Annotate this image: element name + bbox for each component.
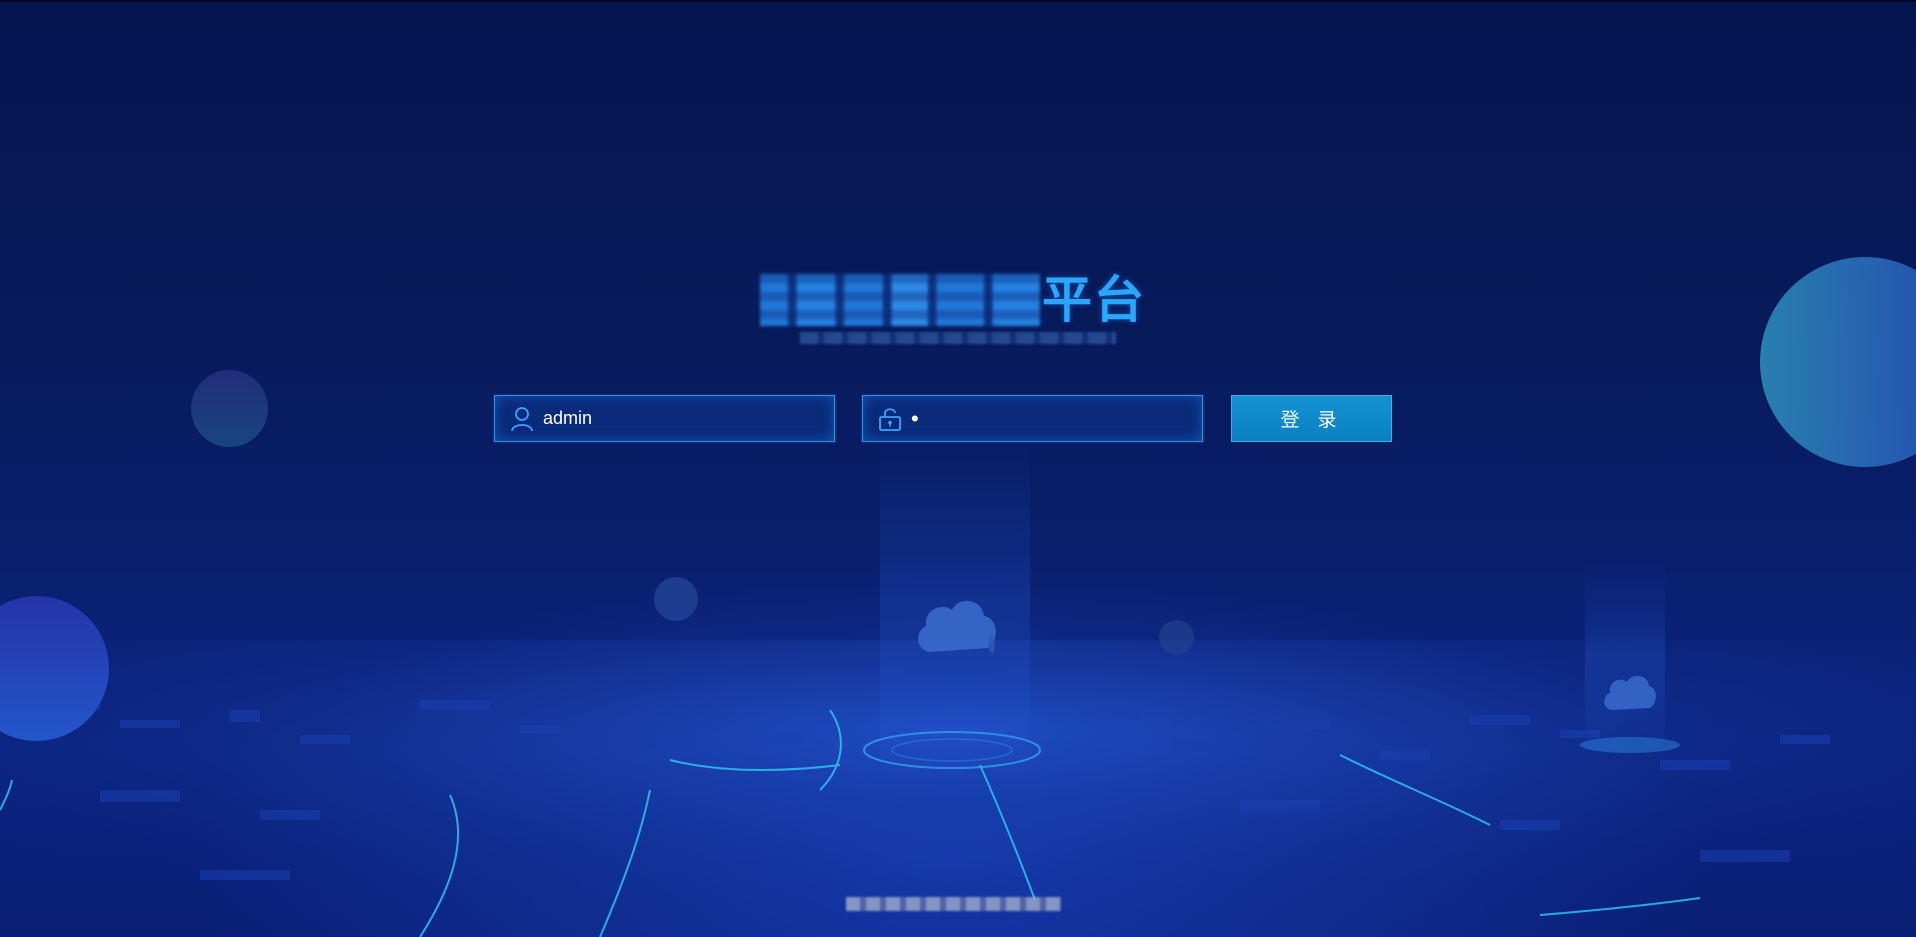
decorative-circle bbox=[191, 370, 268, 447]
title-text: 平台 bbox=[1042, 271, 1146, 329]
username-input[interactable] bbox=[543, 403, 813, 434]
top-border bbox=[0, 0, 1916, 2]
platform-title: 平台 bbox=[760, 270, 1156, 350]
cloud-icon bbox=[1604, 676, 1656, 710]
footer-redacted-mosaic bbox=[846, 897, 1061, 911]
user-icon bbox=[509, 406, 535, 432]
login-page: 平台 登 录 bbox=[0, 0, 1916, 937]
cloud-icon bbox=[918, 600, 996, 654]
unlock-icon bbox=[877, 406, 903, 432]
password-field[interactable] bbox=[862, 395, 1203, 442]
password-input[interactable] bbox=[911, 403, 1181, 434]
decorative-circle bbox=[654, 577, 698, 621]
username-field[interactable] bbox=[494, 395, 835, 442]
decorative-circle bbox=[1159, 620, 1194, 655]
light-beam bbox=[1585, 560, 1665, 750]
decorative-circle bbox=[1760, 257, 1916, 467]
login-button[interactable]: 登 录 bbox=[1231, 395, 1392, 442]
subtitle-redacted-mosaic bbox=[800, 332, 1116, 344]
title-redacted-mosaic bbox=[760, 274, 1040, 326]
